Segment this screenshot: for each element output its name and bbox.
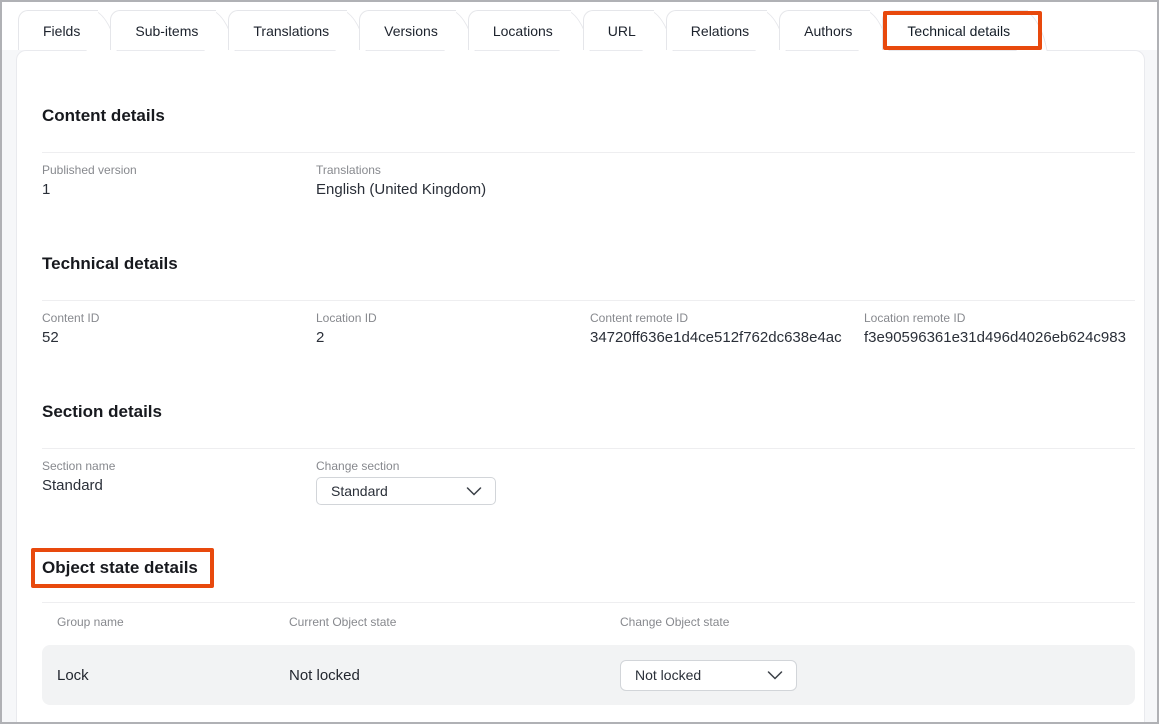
tab-fields[interactable]: Fields (18, 10, 98, 50)
object-state-table-header: Group name Current Object state Change O… (42, 603, 1135, 629)
tab-label: Locations (493, 23, 553, 39)
divider (42, 152, 1135, 153)
tab-label: Fields (43, 23, 80, 39)
technical-details-panel: Content details Published version 1 Tran… (16, 50, 1145, 722)
divider (42, 300, 1135, 301)
tab-technical-details[interactable]: Technical details (882, 10, 1028, 50)
screenshot-frame: Fields Sub-items Translations Versions L… (0, 0, 1159, 724)
field-label: Location ID (316, 311, 590, 325)
technical-details-heading: Technical details (42, 254, 1135, 274)
field-published-version: Published version 1 (42, 163, 316, 199)
field-label: Change section (316, 459, 590, 473)
selected-option-label: Not locked (635, 667, 701, 683)
change-object-state-select[interactable]: Not locked (620, 660, 797, 691)
tab-url[interactable]: URL (583, 10, 654, 50)
field-label: Location remote ID (864, 311, 1138, 325)
tab-sub-items[interactable]: Sub-items (110, 10, 216, 50)
content-details-heading: Content details (42, 106, 1135, 126)
field-label: Content remote ID (590, 311, 864, 325)
divider (42, 448, 1135, 449)
section-details-heading: Section details (42, 402, 1135, 422)
field-label: Published version (42, 163, 316, 177)
content-details-fields: Published version 1 Translations English… (42, 163, 1135, 199)
field-change-section: Change section Standard (316, 459, 590, 505)
field-translations: Translations English (United Kingdom) (316, 163, 590, 199)
technical-details-fields: Content ID 52 Location ID 2 Content remo… (42, 311, 1135, 347)
field-section-name: Section name Standard (42, 459, 316, 505)
tab-label: URL (608, 23, 636, 39)
field-value: 52 (42, 329, 316, 347)
change-section-select[interactable]: Standard (316, 477, 496, 505)
column-header-change-object-state: Change Object state (620, 615, 1135, 629)
column-header-group-name: Group name (57, 615, 289, 629)
object-state-details-heading: Object state details (42, 558, 198, 578)
field-value: f3e90596361e31d496d4026eb624c983 (864, 329, 1138, 347)
field-label: Translations (316, 163, 590, 177)
section-details-fields: Section name Standard Change section Sta… (42, 459, 1135, 505)
group-name-cell: Lock (57, 667, 289, 684)
tab-relations[interactable]: Relations (666, 10, 767, 50)
annotation-rectangle-object-state-heading: Object state details (31, 548, 214, 588)
chevron-down-icon (767, 671, 783, 680)
tab-label: Sub-items (135, 23, 198, 39)
field-content-id: Content ID 52 (42, 311, 316, 347)
tab-label: Authors (804, 23, 852, 39)
tab-label: Technical details (907, 23, 1010, 39)
field-value: 34720ff636e1d4ce512f762dc638e4ac (590, 329, 864, 347)
column-header-current-object-state: Current Object state (289, 615, 620, 629)
tab-label: Relations (691, 23, 749, 39)
tab-translations[interactable]: Translations (228, 10, 347, 50)
field-label: Content ID (42, 311, 316, 325)
current-object-state-cell: Not locked (289, 667, 620, 684)
field-label: Section name (42, 459, 316, 473)
tab-label: Translations (253, 23, 329, 39)
tab-bar: Fields Sub-items Translations Versions L… (18, 10, 1040, 50)
field-value: English (United Kingdom) (316, 181, 590, 199)
field-value: 2 (316, 329, 590, 347)
selected-option-label: Standard (331, 483, 388, 499)
field-location-id: Location ID 2 (316, 311, 590, 347)
object-state-table-row: Lock Not locked Not locked (42, 645, 1135, 705)
field-location-remote-id: Location remote ID f3e90596361e31d496d40… (864, 311, 1138, 347)
field-value: Standard (42, 477, 316, 495)
field-value: 1 (42, 181, 316, 199)
chevron-down-icon (466, 487, 482, 496)
tab-label: Versions (384, 23, 438, 39)
tab-versions[interactable]: Versions (359, 10, 456, 50)
tab-locations[interactable]: Locations (468, 10, 571, 50)
tab-authors[interactable]: Authors (779, 10, 870, 50)
field-content-remote-id: Content remote ID 34720ff636e1d4ce512f76… (590, 311, 864, 347)
